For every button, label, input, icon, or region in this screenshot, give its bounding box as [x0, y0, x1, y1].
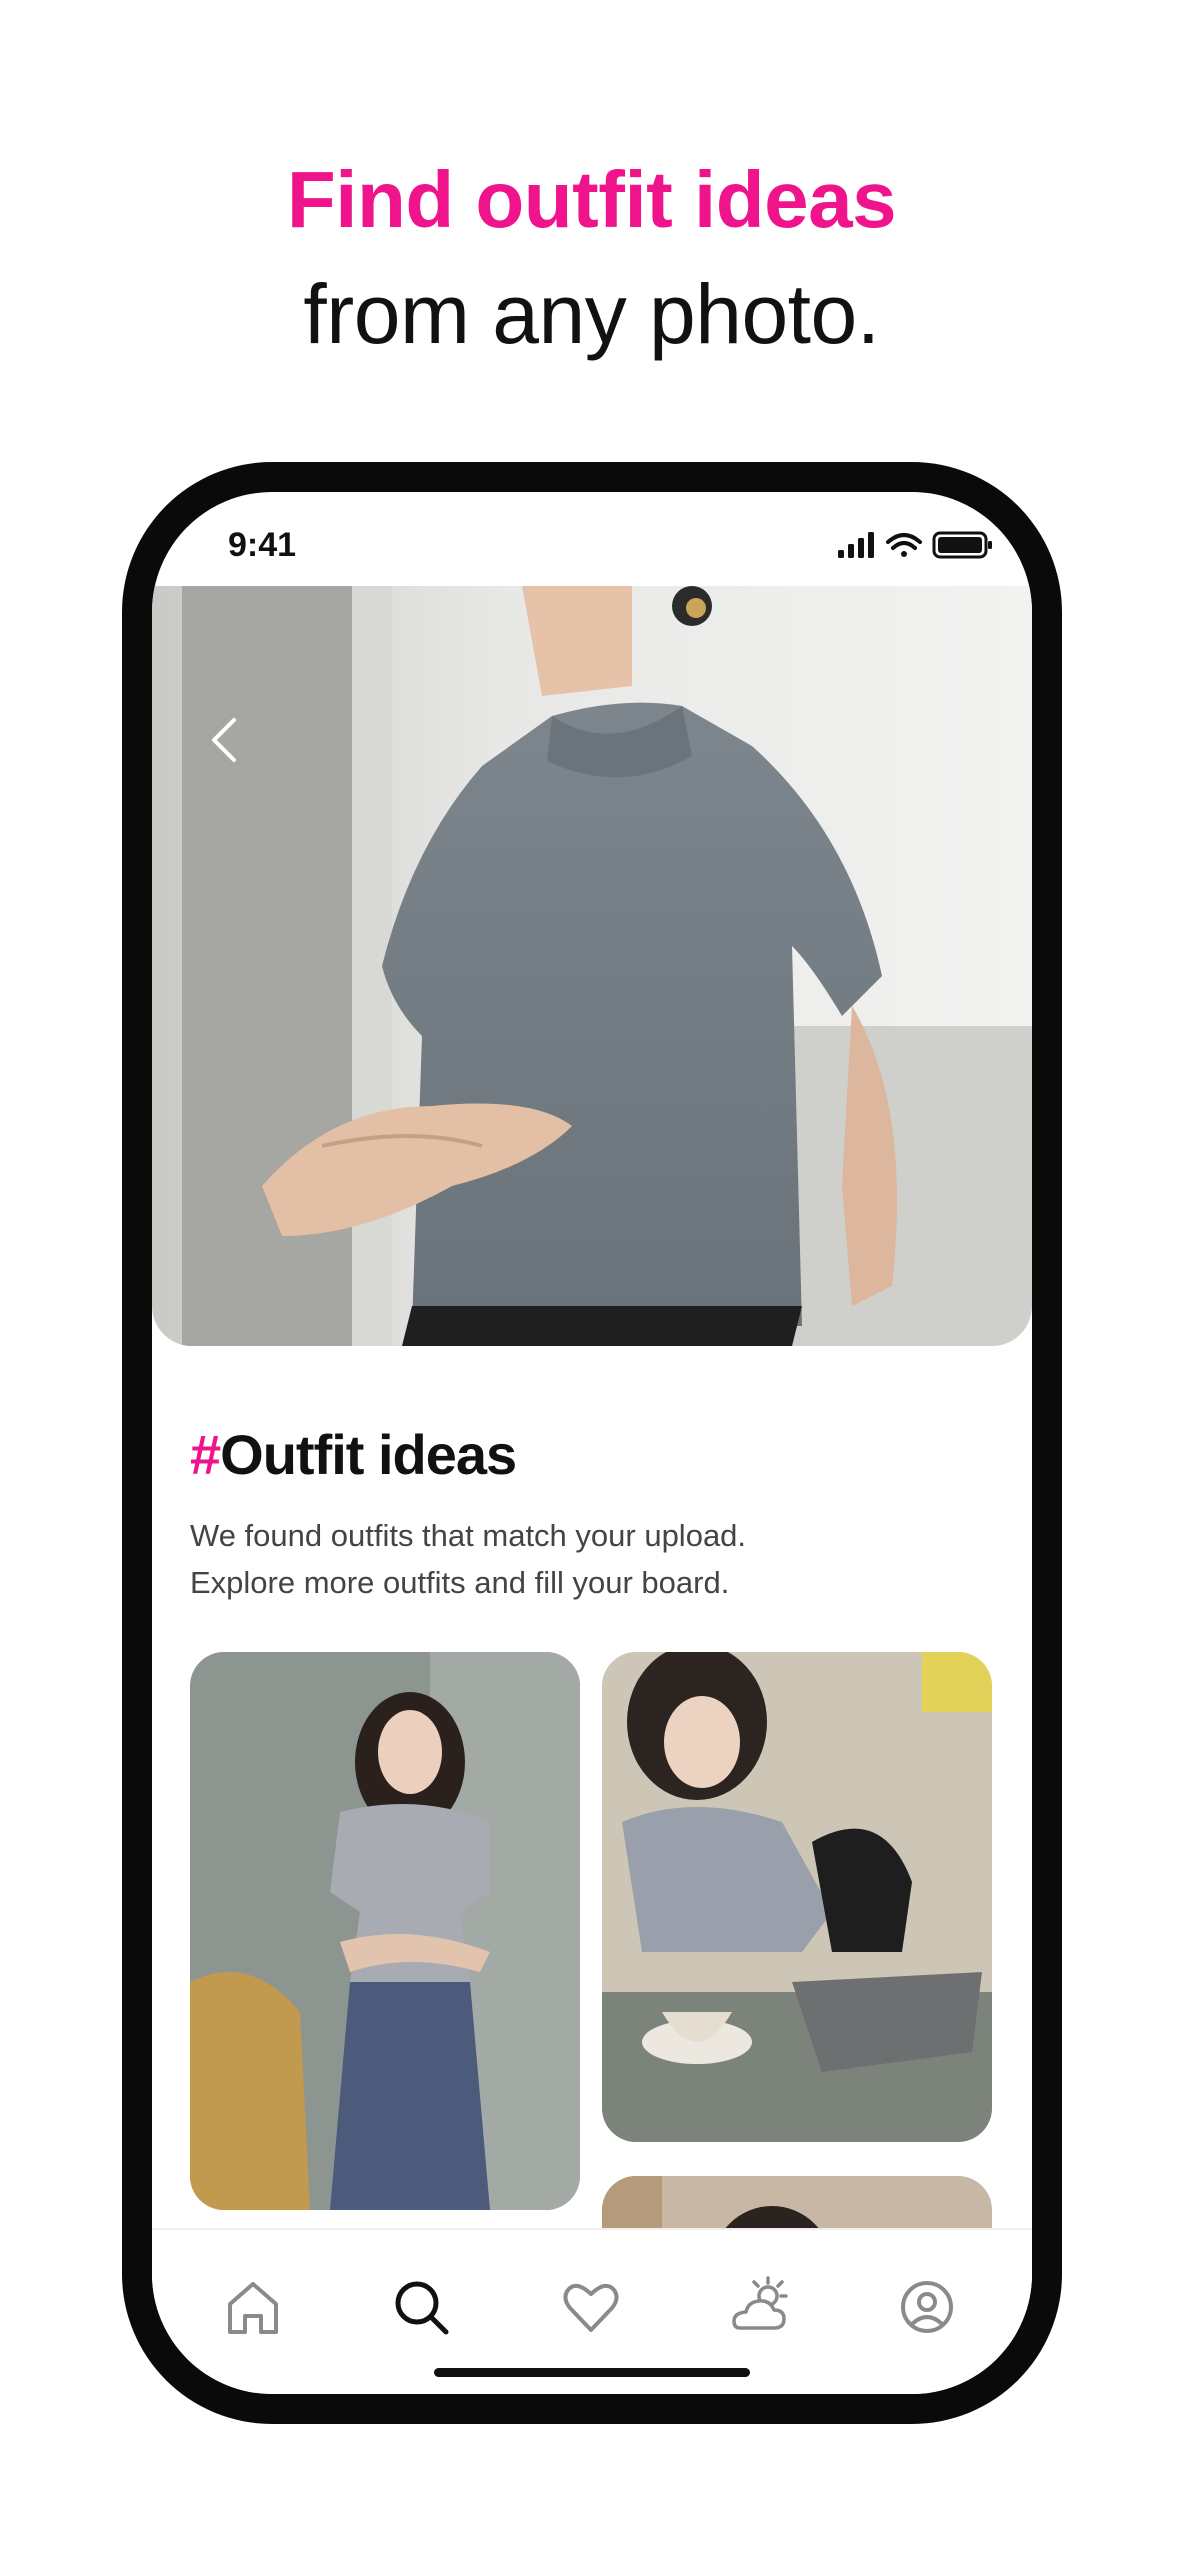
outfit-image-1 [190, 1652, 580, 2210]
home-icon [228, 2282, 278, 2334]
heart-icon [563, 2283, 619, 2332]
section-description-line-1: We found outfits that match your upload. [190, 1518, 747, 1553]
uploaded-photo [152, 586, 1032, 1346]
back-button[interactable] [198, 712, 254, 768]
tab-weather[interactable] [724, 2272, 794, 2342]
phone-screen: 9:41 #Outfit ideas We found outfits that… [152, 492, 1032, 2394]
tab-favorites[interactable] [556, 2272, 626, 2342]
outfit-image-2 [602, 1652, 992, 2142]
signal-icon [838, 532, 874, 558]
tab-home[interactable] [218, 2272, 288, 2342]
hash-symbol: # [190, 1423, 221, 1486]
tab-search[interactable] [386, 2272, 456, 2342]
outfit-card-2[interactable] [602, 1652, 992, 2142]
section-title: #Outfit ideas [190, 1422, 517, 1487]
outfit-photo [152, 586, 1032, 1346]
headline-line-2: from any photo. [303, 267, 880, 361]
tab-profile[interactable] [892, 2272, 962, 2342]
section-description-line-2: Explore more outfits and fill your board… [190, 1565, 730, 1600]
status-icons [838, 531, 992, 559]
home-indicator[interactable] [434, 2368, 750, 2377]
chevron-left-icon [212, 718, 236, 762]
battery-icon [932, 531, 992, 559]
headline-line-1: Find outfit ideas [286, 155, 897, 244]
section-title-text: Outfit ideas [220, 1423, 517, 1486]
outfit-card-1[interactable] [190, 1652, 580, 2210]
search-icon [395, 2281, 449, 2335]
wifi-icon [886, 533, 922, 557]
status-time: 9:41 [228, 526, 297, 564]
profile-icon [901, 2281, 953, 2333]
weather-icon [732, 2276, 788, 2330]
